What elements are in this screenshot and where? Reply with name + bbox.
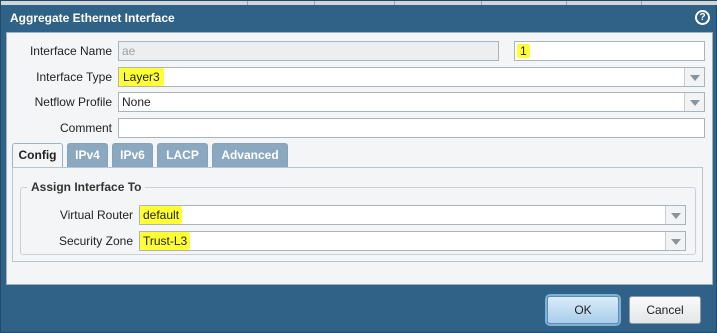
tab-ipv4[interactable]: IPv4 [67, 143, 108, 167]
dialog-footer: OK Cancel [1, 286, 717, 333]
help-icon[interactable]: ? [695, 10, 710, 25]
interface-name-prefix-field: ae [118, 41, 499, 61]
tab-ipv6[interactable]: IPv6 [112, 143, 153, 167]
interface-type-value: Layer3 [119, 68, 164, 86]
interface-type-select[interactable]: Layer3 [118, 67, 705, 87]
comment-label: Comment [59, 121, 112, 135]
netflow-profile-select[interactable]: None [118, 92, 705, 112]
assign-interface-title: Assign Interface To [27, 180, 146, 194]
interface-name-number-field[interactable]: 1 [514, 41, 705, 61]
cancel-button[interactable]: Cancel [629, 296, 701, 324]
dialog-title: Aggregate Ethernet Interface [10, 11, 175, 25]
security-zone-value: Trust-L3 [140, 232, 191, 250]
chevron-down-icon[interactable] [684, 68, 704, 86]
comment-field[interactable] [118, 118, 705, 138]
config-tab-panel: Assign Interface To Virtual Router defau… [12, 167, 703, 262]
tab-advanced[interactable]: Advanced [212, 143, 288, 167]
security-zone-select[interactable]: Trust-L3 [139, 231, 686, 251]
virtual-router-select[interactable]: default [139, 205, 686, 225]
virtual-router-label: Virtual Router [59, 208, 133, 222]
interface-name-label: Interface Name [29, 44, 112, 58]
dialog-window: Aggregate Ethernet Interface ? Interface… [0, 0, 717, 333]
tab-lacp[interactable]: LACP [157, 143, 208, 167]
dialog-body: Interface Name ae 1 Interface Type Layer… [6, 32, 713, 285]
chevron-down-icon[interactable] [665, 232, 685, 250]
dialog-titlebar: Aggregate Ethernet Interface ? [1, 5, 717, 31]
tab-config[interactable]: Config [12, 143, 63, 168]
chevron-down-icon[interactable] [665, 206, 685, 224]
chevron-down-icon[interactable] [684, 93, 704, 111]
netflow-profile-label: Netflow Profile [34, 95, 112, 109]
ok-button[interactable]: OK [547, 296, 619, 324]
interface-name-number-value: 1 [517, 44, 530, 58]
interface-type-label: Interface Type [36, 70, 112, 84]
security-zone-label: Security Zone [58, 234, 133, 248]
netflow-profile-value: None [122, 95, 151, 109]
virtual-router-value: default [140, 206, 183, 224]
